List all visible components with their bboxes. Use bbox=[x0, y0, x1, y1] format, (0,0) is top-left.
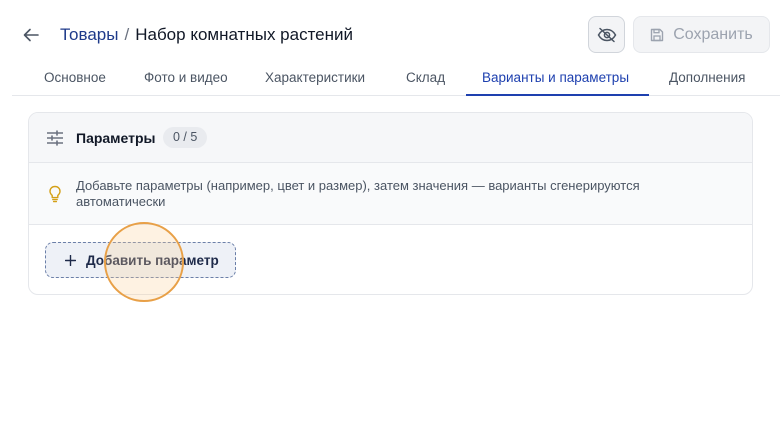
save-button-label: Сохранить bbox=[673, 25, 753, 43]
add-parameter-button[interactable]: Добавить параметр bbox=[45, 242, 236, 278]
sliders-icon bbox=[47, 130, 63, 146]
tab-bar: Основное Фото и видео Характеристики Скл… bbox=[12, 68, 780, 96]
floppy-disk-icon bbox=[651, 28, 664, 41]
params-card: Параметры 0 / 5 Добавьте параметры (напр… bbox=[28, 112, 753, 295]
eye-off-icon bbox=[597, 27, 616, 42]
page-header: Товары / Набор комнатных растений Сохранит… bbox=[0, 0, 780, 68]
params-hint-text: Добавьте параметры (например, цвет и раз… bbox=[76, 178, 640, 209]
add-parameter-label: Добавить параметр bbox=[86, 252, 219, 268]
params-card-header: Параметры 0 / 5 bbox=[29, 113, 752, 163]
tab-extras[interactable]: Дополнения bbox=[669, 70, 745, 96]
breadcrumb-link-products[interactable]: Товары bbox=[60, 25, 118, 44]
params-count-badge: 0 / 5 bbox=[163, 127, 208, 148]
params-hint: Добавьте параметры (например, цвет и раз… bbox=[29, 163, 752, 225]
arrow-left-icon bbox=[23, 28, 39, 42]
tab-variants[interactable]: Варианты и параметры bbox=[466, 70, 649, 96]
save-button[interactable]: Сохранить bbox=[633, 16, 770, 53]
params-title: Параметры bbox=[76, 130, 156, 146]
back-button[interactable] bbox=[18, 22, 44, 48]
tab-photo-video[interactable]: Фото и видео bbox=[144, 70, 228, 96]
tab-main[interactable]: Основное bbox=[44, 70, 106, 96]
tab-characteristics[interactable]: Характеристики bbox=[265, 70, 365, 96]
page-title: Набор комнатных растений bbox=[135, 25, 354, 44]
plus-icon bbox=[65, 254, 76, 266]
tab-warehouse[interactable]: Склад bbox=[406, 70, 445, 96]
breadcrumb: Товары / Набор комнатных растений bbox=[60, 24, 353, 46]
visibility-toggle-button[interactable] bbox=[588, 16, 625, 53]
lightbulb-icon bbox=[49, 185, 61, 203]
breadcrumb-separator: / bbox=[124, 25, 130, 44]
